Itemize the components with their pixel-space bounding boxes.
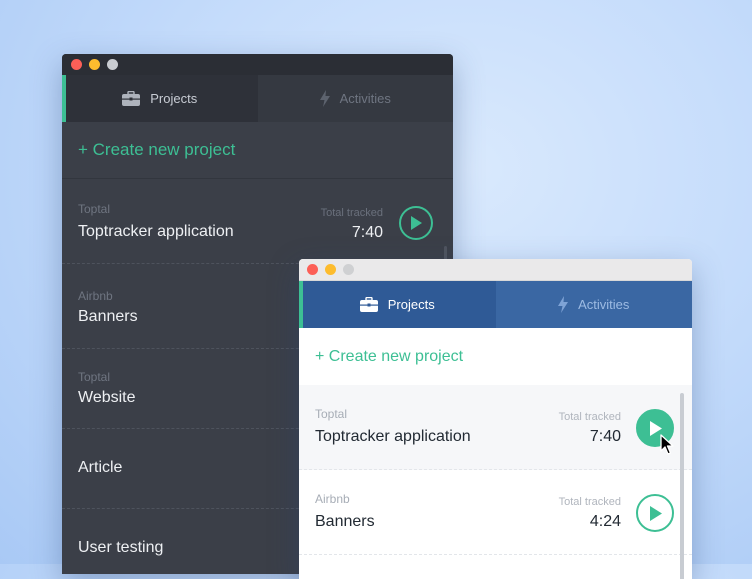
tab-projects-label: Projects	[150, 91, 198, 106]
project-client: Airbnb	[315, 492, 350, 506]
tab-activities-label: Activities	[339, 91, 391, 106]
tab-bar: Projects Activities	[62, 75, 453, 122]
close-window-button[interactable]	[71, 59, 82, 70]
tab-bar: Projects Activities	[299, 281, 692, 328]
tab-activities[interactable]: Activities	[496, 281, 693, 328]
project-name: User testing	[78, 539, 164, 556]
play-icon	[411, 216, 422, 230]
title-bar	[299, 259, 692, 281]
minimize-window-button[interactable]	[89, 59, 100, 70]
project-client: Toptal	[78, 370, 111, 384]
scrollbar[interactable]	[680, 393, 684, 579]
tab-activities-label: Activities	[578, 297, 630, 312]
project-row[interactable]: Toptal Toptracker application Total trac…	[62, 179, 453, 264]
bolt-icon	[558, 296, 569, 313]
total-tracked-label: Total tracked	[320, 207, 383, 219]
project-name: Banners	[315, 513, 375, 530]
project-name: Toptracker application	[78, 223, 234, 240]
tab-projects[interactable]: Projects	[62, 75, 258, 122]
title-bar	[62, 54, 453, 75]
create-project-link[interactable]: + Create new project	[299, 328, 692, 385]
project-client: Airbnb	[78, 289, 113, 303]
close-window-button[interactable]	[307, 264, 318, 275]
total-tracked-value: 7:40	[351, 224, 383, 241]
play-button[interactable]	[399, 206, 433, 240]
project-name: Toptracker application	[315, 428, 471, 445]
tab-projects[interactable]: Projects	[299, 281, 496, 328]
zoom-window-button[interactable]	[107, 59, 118, 70]
create-project-link[interactable]: + Create new project	[62, 122, 453, 179]
mouse-cursor-icon	[660, 434, 674, 455]
play-button[interactable]	[636, 494, 674, 532]
project-row[interactable]: Airbnb Banners Total tracked 4:24	[299, 470, 692, 555]
project-row[interactable]: Toptal Toptracker application Total trac…	[299, 385, 692, 470]
light-window: Projects Activities + Create new project…	[299, 259, 692, 579]
minimize-window-button[interactable]	[325, 264, 336, 275]
project-name: Website	[78, 389, 136, 406]
briefcase-icon	[359, 297, 378, 312]
briefcase-icon	[122, 91, 141, 106]
project-client: Toptal	[315, 407, 348, 421]
total-tracked-value: 7:40	[589, 428, 621, 445]
bolt-icon	[319, 90, 330, 107]
total-tracked-label: Total tracked	[558, 496, 621, 508]
project-name: Article	[78, 459, 123, 476]
total-tracked-label: Total tracked	[558, 411, 621, 423]
project-client: Toptal	[78, 202, 111, 216]
zoom-window-button[interactable]	[343, 264, 354, 275]
total-tracked-value: 4:24	[589, 513, 621, 530]
project-name: Banners	[78, 308, 138, 325]
tab-projects-label: Projects	[387, 297, 435, 312]
tab-activities[interactable]: Activities	[258, 75, 454, 122]
play-icon	[649, 505, 662, 521]
